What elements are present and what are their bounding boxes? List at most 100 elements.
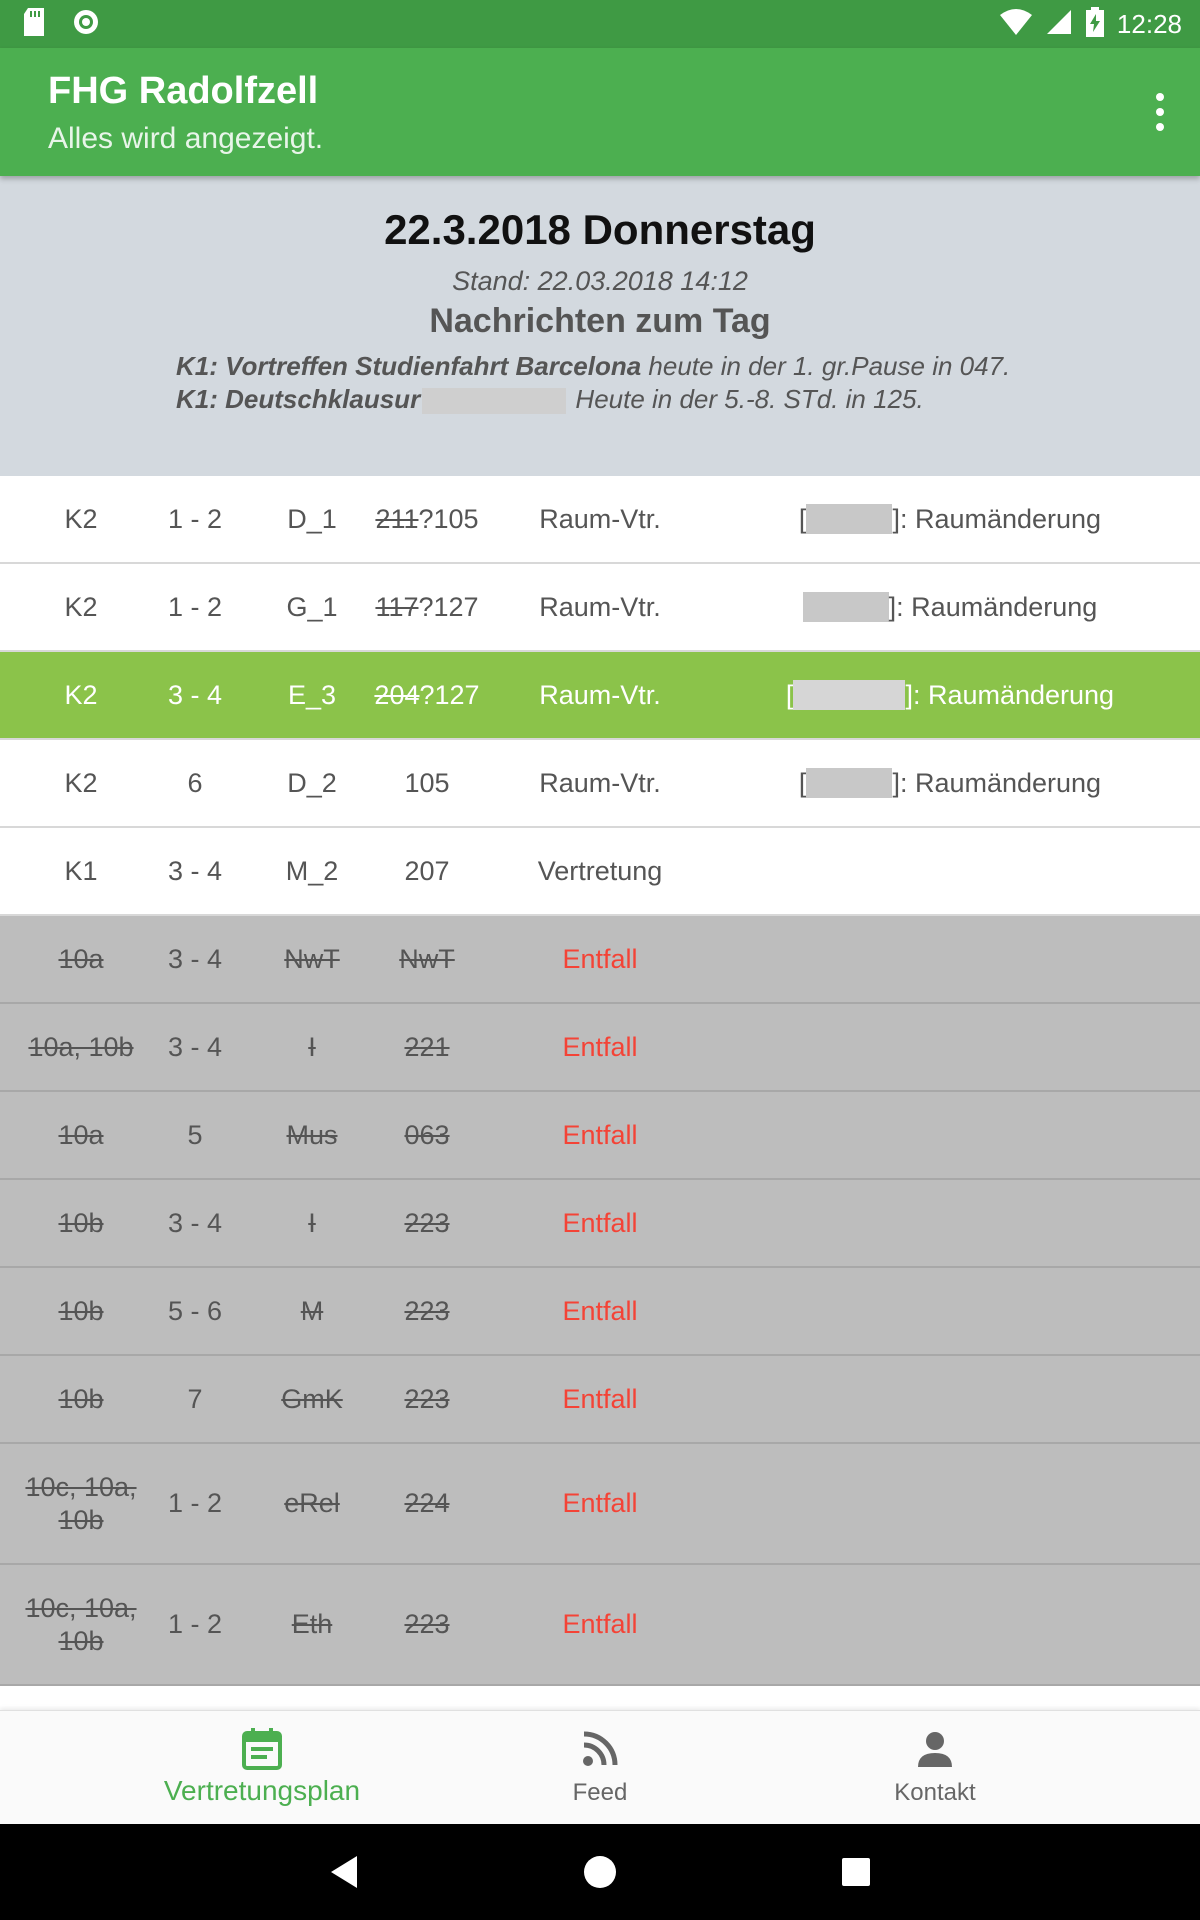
cell-room: NwT [366, 916, 488, 1002]
room-new-text: ?127 [418, 591, 479, 622]
room-old-text: 223 [404, 1295, 450, 1326]
app-title: FHG Radolfzell [48, 70, 319, 112]
hour-text: 1 - 2 [167, 591, 223, 622]
cell-type: Entfall [490, 1444, 710, 1563]
cell-type: Entfall [490, 1092, 710, 1178]
cell-info [720, 1565, 1180, 1684]
subject-text: Eth [291, 1609, 333, 1639]
cell-room: 223 [366, 1180, 488, 1266]
room-new-text: ?105 [418, 503, 479, 534]
table-row[interactable]: 10b 5 - 6 M 223 Entfall [0, 1268, 1200, 1356]
class-text: 10a [58, 1119, 104, 1150]
table-row[interactable]: 10c, 10a, 10b 1 - 2 eRel 224 Entfall [0, 1444, 1200, 1565]
table-row[interactable]: 10b 3 - 4 I 223 Entfall [0, 1180, 1200, 1268]
cell-hour: 3 - 4 [142, 916, 248, 1002]
table-row[interactable]: 10a 3 - 4 NwT NwT Entfall [0, 916, 1200, 1004]
class-text: K2 [64, 503, 98, 534]
cell-subject: Eth [258, 1565, 366, 1684]
type-text: Raum-Vtr. [539, 679, 661, 710]
status-bar-right: 12:28 [999, 6, 1182, 42]
cell-subject: D_1 [258, 476, 366, 562]
table-row[interactable]: K2 1 - 2 G_1 117 ?127 Raum-Vtr.]: Raumänderun… [0, 564, 1200, 652]
app-bar: FHG Radolfzell Alles wird angezeigt. [0, 48, 1200, 176]
subject-text: eRel [284, 1488, 340, 1518]
type-text: Vertretung [537, 855, 663, 886]
table-row[interactable]: K2 1 - 2 D_1 211 ?105 Raum-Vtr. []: Raumänderu… [0, 476, 1200, 564]
type-text: Entfall [562, 1207, 638, 1238]
hour-text: 7 [187, 1383, 203, 1414]
cell-class: 10b [20, 1268, 142, 1354]
cell-subject: GmK [258, 1356, 366, 1442]
table-row[interactable]: K2 3 - 4 E_3 204 ?127 Raum-Vtr. []: Raumänderu… [0, 652, 1200, 740]
type-text: Raum-Vtr. [539, 503, 661, 534]
hour-text: 5 - 6 [167, 1295, 223, 1326]
nav-item-kontakt[interactable]: Kontakt [735, 1711, 1135, 1825]
cell-room: 204 ?127 [366, 652, 488, 738]
cell-subject: NwT [258, 916, 366, 1002]
overflow-menu-icon[interactable] [1142, 86, 1178, 138]
cell-room: 223 [366, 1268, 488, 1354]
room-new-text: 207 [404, 855, 450, 886]
cell-room: 063 [366, 1092, 488, 1178]
battery-charging-icon [1085, 6, 1105, 42]
class-text: 10b [58, 1207, 104, 1238]
hour-text: 3 - 4 [167, 1031, 223, 1062]
hour-text: 1 - 2 [167, 1488, 223, 1518]
table-row[interactable]: 10a 5 Mus 063 Entfall [0, 1092, 1200, 1180]
cell-type: Entfall [490, 1004, 710, 1090]
type-text: Entfall [562, 943, 638, 974]
type-text: Raum-Vtr. [539, 767, 661, 798]
room-old-text: 223 [404, 1207, 450, 1238]
info-prefix: [ [798, 503, 807, 534]
info-prefix: [ [785, 679, 794, 710]
table-row[interactable]: 10b 7 GmK 223 Entfall [0, 1356, 1200, 1444]
table-row[interactable]: 10a, 10b 3 - 4 I 221 Entfall [0, 1004, 1200, 1092]
cell-type: Entfall [490, 1565, 710, 1684]
cell-info [720, 828, 1180, 914]
info-text: ]: Raumänderung [888, 591, 1098, 622]
subject-text: Mus [286, 1119, 338, 1150]
day-header: 22.3.2018 Donnerstag Stand: 22.03.2018 1… [0, 176, 1200, 476]
status-bar: 12:28 [0, 0, 1200, 48]
hour-text: 3 - 4 [167, 855, 223, 886]
table-row[interactable]: K1 3 - 4 M_2 207 Vertretung [0, 828, 1200, 916]
hour-text: 3 - 4 [167, 943, 223, 974]
back-icon[interactable] [320, 1848, 368, 1896]
recents-icon[interactable] [832, 1848, 880, 1896]
info-text: ]: Raumänderung [905, 679, 1115, 710]
cell-hour: 7 [142, 1356, 248, 1442]
cell-class: 10a [20, 916, 142, 1002]
cell-room: 221 [366, 1004, 488, 1090]
day-date: 22.3.2018 Donnerstag [384, 206, 816, 253]
cell-type: Raum-Vtr. [490, 740, 710, 826]
cell-class: K2 [20, 476, 142, 562]
sync-icon [72, 8, 100, 41]
day-stand: Stand: 22.03.2018 14:12 [452, 266, 748, 296]
type-text: Entfall [562, 1295, 638, 1326]
cell-hour: 3 - 4 [142, 828, 248, 914]
cell-class: 10c, 10a, 10b [20, 1565, 142, 1684]
room-new-text: 105 [404, 767, 450, 798]
table-row[interactable]: 10c, 10a, 10b 1 - 2 Eth 223 Entfall [0, 1565, 1200, 1686]
status-time: 12:28 [1116, 8, 1182, 39]
news-item: K1: Deutschklausur Heute in der 5.-8. ST… [176, 384, 924, 415]
cell-subject: E_3 [258, 652, 366, 738]
table-row[interactable]: K2 6 D_2 105 Raum-Vtr. []: Raumänderung [0, 740, 1200, 828]
cell-type: Raum-Vtr. [490, 652, 710, 738]
cell-info [720, 1004, 1180, 1090]
type-text: Entfall [562, 1383, 638, 1414]
cell-class: 10c, 10a, 10b [20, 1444, 142, 1563]
home-icon[interactable] [576, 1848, 624, 1896]
cell-hour: 5 - 6 [142, 1268, 248, 1354]
type-text: Entfall [562, 1031, 638, 1062]
cell-info: [ ]: Raumänderung [720, 652, 1180, 738]
cell-info [720, 916, 1180, 1002]
subject-text: I [308, 1031, 316, 1062]
news-title: Nachrichten zum Tag [429, 302, 771, 340]
cell-subject: M_2 [258, 828, 366, 914]
cell-class: K2 [20, 564, 142, 650]
cell-subject: Mus [258, 1092, 366, 1178]
cell-type: Entfall [490, 1356, 710, 1442]
cell-hour: 3 - 4 [142, 1180, 248, 1266]
subject-text: NwT [284, 943, 340, 974]
